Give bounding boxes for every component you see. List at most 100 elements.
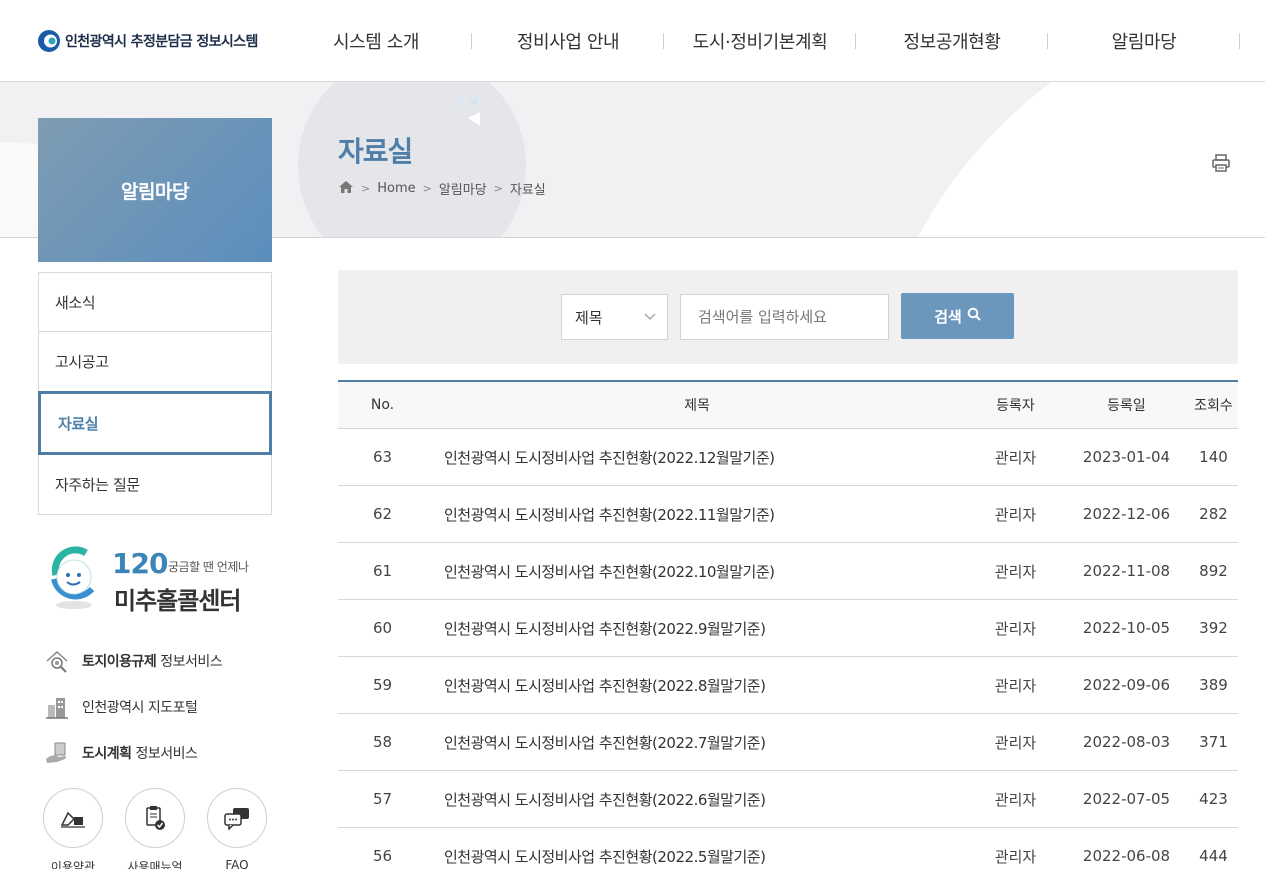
chevron-down-icon xyxy=(643,309,657,327)
callcenter-banner[interactable]: 120 궁금할 땐 언제나 미추홀콜센터 xyxy=(44,545,274,615)
breadcrumb-item[interactable]: 알림마당 xyxy=(439,179,487,198)
building-icon xyxy=(42,692,72,722)
breadcrumb-item[interactable]: Home xyxy=(377,181,415,196)
row-title-link[interactable]: 인천광역시 도시정비사업 추진현황(2022.9월말기준) xyxy=(427,618,967,639)
table-row: 58 인천광역시 도시정비사업 추진현황(2022.7월말기준) 관리자 202… xyxy=(338,714,1238,771)
callcenter-number: 120 xyxy=(112,547,168,580)
pen-icon xyxy=(43,788,103,848)
chevron-right-icon: > xyxy=(422,182,432,195)
nav-item-system-intro[interactable]: 시스템 소개 xyxy=(280,0,472,82)
row-number: 62 xyxy=(372,505,393,523)
row-title-link[interactable]: 인천광역시 도시정비사업 추진현황(2022.5월말기준) xyxy=(427,846,967,867)
row-views: 140 xyxy=(1199,448,1228,466)
link-map-portal[interactable]: 인천광역시 지도포털 xyxy=(42,684,272,730)
print-icon[interactable] xyxy=(1211,153,1231,173)
row-number: 61 xyxy=(372,562,393,580)
search-input[interactable] xyxy=(680,294,889,340)
chevron-right-icon: > xyxy=(493,182,503,195)
row-number: 63 xyxy=(372,448,393,466)
table-row: 62 인천광역시 도시정비사업 추진현황(2022.11월말기준) 관리자 20… xyxy=(338,486,1238,543)
search-button[interactable]: 검색 xyxy=(901,293,1014,339)
row-title-link[interactable]: 인천광역시 도시정비사업 추진현황(2022.12월말기준) xyxy=(427,447,967,468)
link-land-use[interactable]: 토지이용규제 정보서비스 xyxy=(42,638,272,684)
table-row: 56 인천광역시 도시정비사업 추진현황(2022.5월말기준) 관리자 202… xyxy=(338,828,1238,869)
side-menu-item-archive[interactable]: 자료실 xyxy=(38,391,272,455)
side-menu-item-news[interactable]: 새소식 xyxy=(38,272,272,332)
nav-item-master-plan[interactable]: 도시·정비기본계획 xyxy=(664,0,856,82)
column-header-title: 제목 xyxy=(684,398,710,414)
row-writer: 관리자 xyxy=(994,676,1037,695)
chevron-right-icon: > xyxy=(361,182,371,195)
table-header: No. 제목 등록자 등록일 조회수 xyxy=(338,382,1238,429)
row-views: 282 xyxy=(1199,505,1228,523)
link-label: 정보서비스 xyxy=(160,654,223,670)
search-field-select[interactable]: 제목 xyxy=(561,294,668,340)
row-number: 57 xyxy=(372,790,393,808)
faq-button[interactable]: FAQ xyxy=(207,788,267,869)
column-header-views: 조회수 xyxy=(1194,398,1233,414)
row-title-link[interactable]: 인천광역시 도시정비사업 추진현황(2022.7월말기준) xyxy=(427,732,967,753)
magnifier-house-icon xyxy=(42,646,72,676)
manual-button[interactable]: 사용매뉴얼 xyxy=(125,788,185,869)
search-icon xyxy=(967,307,981,325)
decor-circle xyxy=(875,82,1265,237)
table-row: 61 인천광역시 도시정비사업 추진현황(2022.10월말기준) 관리자 20… xyxy=(338,543,1238,600)
terms-label: 이용약관 xyxy=(50,860,96,869)
hand-document-icon xyxy=(42,738,72,768)
row-date: 2022-12-06 xyxy=(1082,505,1171,523)
site-header: 인천광역시 추정분담금 정보시스템 시스템 소개 정비사업 안내 도시·정비기본… xyxy=(0,0,1265,82)
callcenter-name: 미추홀콜센터 xyxy=(114,587,241,615)
row-writer: 관리자 xyxy=(994,733,1037,752)
row-title-link[interactable]: 인천광역시 도시정비사업 추진현황(2022.6월말기준) xyxy=(427,789,967,810)
table-row: 59 인천광역시 도시정비사업 추진현황(2022.8월말기준) 관리자 202… xyxy=(338,657,1238,714)
nav-item-notice-board[interactable]: 알림마당 xyxy=(1048,0,1240,82)
table-row: 57 인천광역시 도시정비사업 추진현황(2022.6월말기준) 관리자 202… xyxy=(338,771,1238,828)
side-menu-item-faq[interactable]: 자주하는 질문 xyxy=(38,455,272,515)
nav-item-project-guide[interactable]: 정비사업 안내 xyxy=(472,0,664,82)
search-field-value: 제목 xyxy=(575,308,603,327)
site-logo[interactable]: 인천광역시 추정분담금 정보시스템 xyxy=(37,29,258,53)
row-date: 2022-11-08 xyxy=(1082,562,1171,580)
link-label: 정보서비스 xyxy=(135,746,198,762)
row-writer: 관리자 xyxy=(994,790,1037,809)
row-date: 2022-10-05 xyxy=(1082,619,1171,637)
clipboard-check-icon xyxy=(125,788,185,848)
search-box: 제목 검색 xyxy=(338,270,1238,364)
row-date: 2022-08-03 xyxy=(1082,733,1171,751)
row-date: 2022-09-06 xyxy=(1082,676,1171,694)
search-button-label: 검색 xyxy=(934,307,962,326)
archive-table: No. 제목 등록자 등록일 조회수 63 인천광역시 도시정비사업 추진현황(… xyxy=(338,380,1238,869)
chat-bubbles-icon xyxy=(207,788,267,848)
logo-text: 인천광역시 추정분담금 정보시스템 xyxy=(65,34,258,50)
row-title-link[interactable]: 인천광역시 도시정비사업 추진현황(2022.11월말기준) xyxy=(427,504,967,525)
manual-label: 사용매뉴얼 xyxy=(127,860,183,869)
link-urban-planning[interactable]: 도시계획 정보서비스 xyxy=(42,730,272,776)
side-menu-item-notice[interactable]: 고시공고 xyxy=(38,332,272,392)
logo-icon xyxy=(37,29,61,53)
breadcrumb: > Home > 알림마당 > 자료실 xyxy=(338,179,546,198)
breadcrumb-item-current: 자료실 xyxy=(509,183,546,198)
quick-circle-buttons: 이용약관 사용매뉴얼 FAQ xyxy=(43,788,267,869)
row-writer: 관리자 xyxy=(994,619,1037,638)
row-views: 444 xyxy=(1199,847,1228,865)
callcenter-tagline: 궁금할 땐 언제나 xyxy=(168,560,249,574)
home-icon[interactable] xyxy=(338,180,354,198)
row-views: 423 xyxy=(1199,790,1228,808)
link-label-bold: 토지이용규제 xyxy=(82,654,157,670)
row-writer: 관리자 xyxy=(994,562,1037,581)
terms-button[interactable]: 이용약관 xyxy=(43,788,103,869)
table-row: 63 인천광역시 도시정비사업 추진현황(2022.12월말기준) 관리자 20… xyxy=(338,429,1238,486)
row-date: 2022-07-05 xyxy=(1082,790,1171,808)
row-writer: 관리자 xyxy=(994,448,1037,467)
main-nav: 시스템 소개 정비사업 안내 도시·정비기본계획 정보공개현황 알림마당 xyxy=(280,0,1240,82)
row-views: 371 xyxy=(1199,733,1228,751)
row-number: 56 xyxy=(372,847,393,865)
row-title-link[interactable]: 인천광역시 도시정비사업 추진현황(2022.10월말기준) xyxy=(427,561,967,582)
nav-item-disclosure[interactable]: 정보공개현황 xyxy=(856,0,1048,82)
table-body: 63 인천광역시 도시정비사업 추진현황(2022.12월말기준) 관리자 20… xyxy=(338,429,1238,869)
link-label: 인천광역시 지도포털 xyxy=(82,700,198,716)
row-number: 59 xyxy=(372,676,393,694)
row-views: 892 xyxy=(1199,562,1228,580)
row-title-link[interactable]: 인천광역시 도시정비사업 추진현황(2022.8월말기준) xyxy=(427,675,967,696)
row-date: 2023-01-04 xyxy=(1082,448,1171,466)
